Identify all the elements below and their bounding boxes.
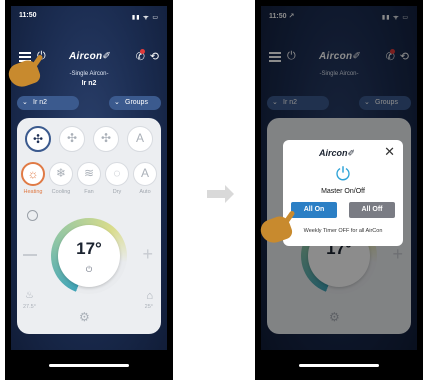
outdoor-temp-icon: ♨ bbox=[25, 290, 34, 301]
groups-dropdown-label: Groups bbox=[125, 99, 148, 106]
status-time: 11:50 bbox=[19, 12, 37, 19]
master-power-icon: ⏻ bbox=[335, 164, 351, 184]
refresh-icon[interactable]: ⟲ bbox=[150, 50, 159, 63]
dialog-note: Weekly Timer OFF for all AirCon bbox=[303, 228, 383, 234]
master-onoff-dialog: Aircon✐ ✕ ⏻ Master On/Off All On All Off… bbox=[283, 140, 403, 246]
temperature-value: 17° bbox=[76, 239, 102, 258]
gear-icon[interactable]: ⚙ bbox=[79, 310, 90, 324]
fan-med-icon[interactable]: ✣ bbox=[59, 126, 85, 152]
auto-icon[interactable]: A bbox=[133, 162, 157, 186]
mode-label-fan: Fan bbox=[84, 189, 94, 195]
mode-label-cooling: Cooling bbox=[51, 189, 71, 195]
unit-dropdown[interactable]: ⌄ Ir n2 bbox=[17, 96, 79, 110]
all-off-button[interactable]: All Off bbox=[349, 202, 395, 218]
status-icons: ▮▮ ᯤ ▭ bbox=[131, 15, 159, 21]
mode-label-dry: Dry bbox=[112, 189, 122, 195]
fan-auto-icon[interactable]: A bbox=[127, 126, 153, 152]
dry-icon[interactable]: ◌ bbox=[105, 162, 129, 186]
temperature-dial[interactable]: 17° ⏻ bbox=[51, 218, 127, 294]
phone-before: 11:50 ▮▮ ᯤ ▭ ⏻ Aircon✐ ✆ ⟲ -Single Airco… bbox=[5, 0, 173, 380]
brand-logo: Aircon✐ bbox=[69, 51, 112, 62]
chevron-down-icon: ⌄ bbox=[22, 99, 28, 106]
dial-power-icon[interactable]: ⏻ bbox=[58, 265, 120, 275]
tutorial-stage: 11:50 ▮▮ ᯤ ▭ ⏻ Aircon✐ ✆ ⟲ -Single Airco… bbox=[0, 0, 427, 380]
fan-high-icon[interactable]: ✣ bbox=[93, 126, 119, 152]
phone-after: 11:50 ↗ ▮▮ ᯤ ▭ ⏻ Aircon✐ ✆ ⟲ -Single Air… bbox=[255, 0, 423, 380]
app-screen: 11:50 ▮▮ ᯤ ▭ ⏻ Aircon✐ ✆ ⟲ -Single Airco… bbox=[11, 6, 167, 350]
indoor-temp-value: 25° bbox=[144, 304, 153, 310]
home-indicator bbox=[299, 364, 379, 367]
mode-label-auto: Auto bbox=[139, 189, 151, 195]
dialog-title: Master On/Off bbox=[321, 188, 365, 195]
fan-low-icon[interactable]: ✣ bbox=[25, 126, 51, 152]
cooling-icon[interactable]: ❄ bbox=[49, 162, 73, 186]
heating-icon[interactable]: ☼ bbox=[21, 162, 45, 186]
notification-dot bbox=[140, 49, 145, 54]
fan-mode-icon[interactable]: ≋ bbox=[77, 162, 101, 186]
decrease-temp-button[interactable] bbox=[23, 254, 37, 256]
control-card: ✣ ✣ ✣ A ☼ ❄ ≋ ◌ A Heating Cooling Fan Dr… bbox=[17, 118, 161, 334]
home-icon: ⌂ bbox=[146, 290, 153, 302]
home-indicator bbox=[49, 364, 129, 367]
chevron-down-icon: ⌄ bbox=[114, 99, 120, 106]
unit-dropdown-label: Ir n2 bbox=[33, 99, 48, 106]
increase-temp-button[interactable]: + bbox=[142, 244, 153, 265]
status-bar: 11:50 ▮▮ ᯤ ▭ bbox=[19, 12, 159, 22]
close-icon[interactable]: ✕ bbox=[384, 144, 395, 160]
groups-dropdown[interactable]: ⌄ Groups bbox=[109, 96, 161, 110]
dial-center: 17° ⏻ bbox=[58, 225, 120, 287]
all-on-button[interactable]: All On bbox=[291, 202, 337, 218]
app-screen: 11:50 ↗ ▮▮ ᯤ ▭ ⏻ Aircon✐ ✆ ⟲ -Single Air… bbox=[261, 6, 417, 350]
dialog-brand-logo: Aircon✐ bbox=[319, 148, 356, 158]
arrow-right-icon bbox=[207, 185, 234, 203]
outdoor-temp-value: 27.5° bbox=[23, 304, 36, 310]
mode-label-heating: Heating bbox=[23, 189, 43, 195]
timer-icon[interactable] bbox=[27, 210, 38, 221]
